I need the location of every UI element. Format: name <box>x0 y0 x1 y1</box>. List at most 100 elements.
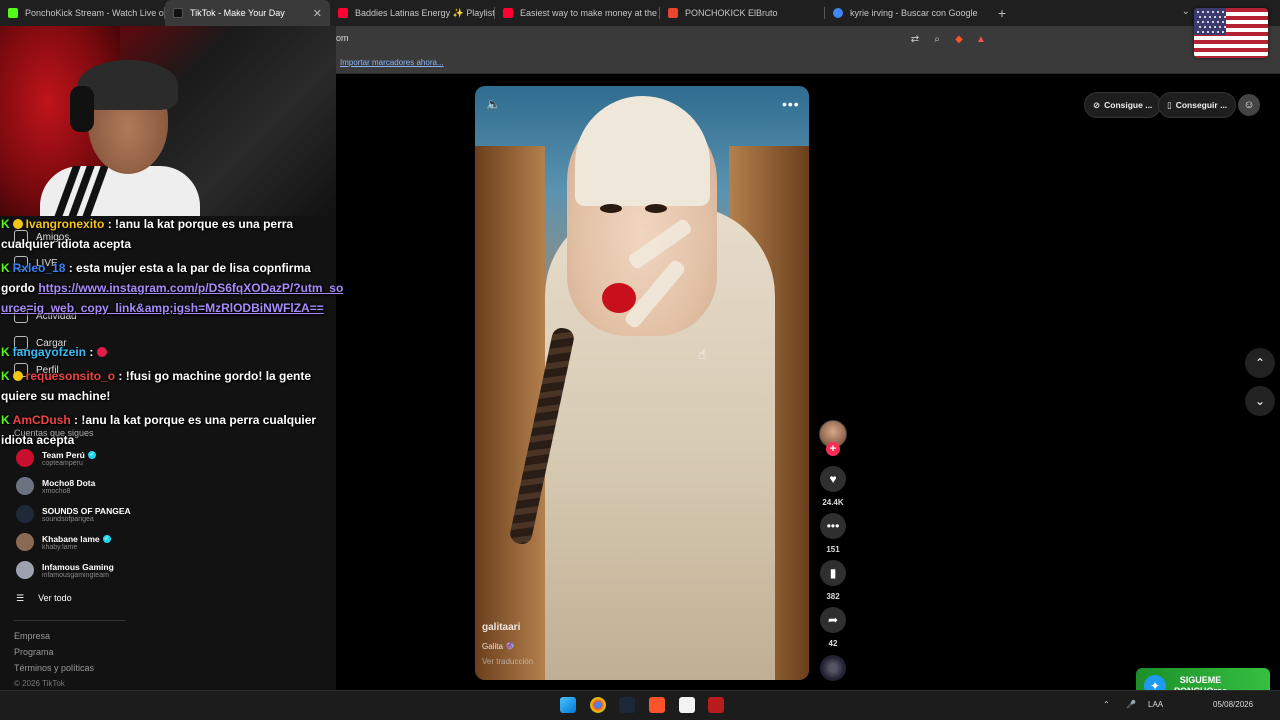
flag-star <box>1219 26 1221 28</box>
clock-date[interactable]: 05/08/2026 <box>1213 700 1253 709</box>
flag-star <box>1212 21 1214 23</box>
following-account-pangea[interactable]: SOUNDS OF PANGEA soundsofpangea <box>16 505 131 523</box>
more-options-icon[interactable]: ••• <box>782 96 800 112</box>
chrome-icon[interactable] <box>590 697 606 713</box>
flag-star <box>1202 11 1204 13</box>
flag-star <box>1224 26 1226 28</box>
user-avatar[interactable]: ☺ <box>1238 94 1260 116</box>
chat-message: K Ivangronexito : !anu la kat porque es u… <box>1 217 294 251</box>
account-name: Khabane lame <box>42 533 100 544</box>
follow-plus-icon[interactable]: + <box>826 442 840 456</box>
following-account-infamous[interactable]: Infamous Gaming infamousgamingteam <box>16 561 114 579</box>
tab-youtube-money[interactable]: Easiest way to make money at the ca <box>495 0 660 26</box>
footer-link-company[interactable]: Empresa <box>14 631 50 641</box>
tab-tiktok[interactable]: TikTok - Make Your Day ✕ <box>165 0 330 26</box>
kick-icon <box>8 8 18 18</box>
tab-title: kyrie irving - Buscar con Google <box>850 8 978 18</box>
get-app-button[interactable]: ⊘ Consigue ... <box>1084 92 1162 118</box>
tab-google-search[interactable]: kyrie irving - Buscar con Google <box>825 0 990 26</box>
chat-message: Krequesonsito_o : !fusi go machine gordo… <box>1 369 312 403</box>
flag-star <box>1222 11 1224 13</box>
app-icon[interactable] <box>708 697 724 713</box>
flag-star <box>1209 26 1211 28</box>
comment-icon: ••• <box>826 519 840 533</box>
microphone-icon[interactable]: 🎤 <box>1126 700 1136 709</box>
zoom-icon[interactable]: ⌕ <box>928 30 946 48</box>
account-handle: copteamperu <box>42 459 83 467</box>
flag-star <box>1199 16 1201 18</box>
see-translation-link[interactable]: Ver traducción <box>482 657 533 666</box>
mouse-cursor-icon: ☝ <box>698 346 707 362</box>
list-icon: ☰ <box>16 593 25 603</box>
brave-shield-icon[interactable]: ◆ <box>950 30 968 48</box>
tab-search-chevron-icon[interactable]: ⌄ <box>1182 6 1190 17</box>
import-bookmarks-link[interactable]: Importar marcadores ahora... <box>340 58 444 67</box>
chat-message: K AmCDush : !anu la kat porque es una per… <box>1 413 317 447</box>
brave-rewards-icon[interactable]: ▲ <box>972 30 990 48</box>
flag-star <box>1197 31 1199 33</box>
like-count: 24.4K <box>822 498 844 507</box>
chat-message: K Rxleo_18 : esta mujer esta a la par de … <box>1 261 344 315</box>
flag-star <box>1214 16 1216 18</box>
tab-title: Easiest way to make money at the ca <box>520 8 660 18</box>
tab-elbruto[interactable]: PONCHOKICK ElBruto <box>660 0 825 26</box>
share-icon: ➦ <box>827 613 839 627</box>
steam-icon[interactable] <box>619 697 635 713</box>
chat-username: AmCDush <box>12 413 71 427</box>
tab-title: PONCHOKICK ElBruto <box>685 8 778 18</box>
translate-icon[interactable]: ⇄ <box>906 30 924 48</box>
twitter-overlay-line1: SIGUEME <box>1179 675 1222 685</box>
flag-star <box>1202 31 1204 33</box>
avatar <box>16 477 34 495</box>
new-tab-button[interactable]: + <box>990 5 1014 21</box>
flag-star <box>1202 21 1204 23</box>
video-caption: Galita 🔮 <box>482 642 516 651</box>
music-disc-icon[interactable] <box>820 655 846 681</box>
video-author[interactable]: galitaari <box>482 622 520 633</box>
footer-link-program[interactable]: Programa <box>14 647 54 657</box>
heart-icon: ♥ <box>829 472 837 486</box>
footer-link-terms[interactable]: Términos y políticas <box>14 663 94 673</box>
windows-taskbar <box>0 690 1280 720</box>
flag-star <box>1219 16 1221 18</box>
account-handle: soundsofpangea <box>42 515 94 523</box>
notepad-icon[interactable] <box>679 697 695 713</box>
brave-icon[interactable] <box>649 697 665 713</box>
flag-star <box>1224 16 1226 18</box>
see-all-following-link[interactable]: ☰ Ver todo <box>16 593 72 604</box>
following-account-khaby[interactable]: Khabane lame ✓ khaby.lame <box>16 533 111 551</box>
video-subject-eye <box>645 204 667 213</box>
language-indicator[interactable]: LAA <box>1148 700 1163 709</box>
copyright-text: © 2026 TikTok <box>14 679 65 688</box>
save-button[interactable]: ▮ <box>820 560 846 586</box>
following-account-team-peru[interactable]: Team Perú ✓ copteamperu <box>16 449 96 467</box>
avatar <box>16 561 34 579</box>
video-player[interactable] <box>475 86 809 680</box>
comment-button[interactable]: ••• <box>820 513 846 539</box>
chat-link[interactable]: https://www.instagram.com/p/DS6fqXODazP/… <box>1 281 343 315</box>
flag-star <box>1209 16 1211 18</box>
flag-star <box>1217 31 1219 33</box>
next-video-button[interactable]: ⌄ <box>1245 386 1275 416</box>
tray-expand-icon[interactable]: ⌃ <box>1103 700 1110 709</box>
tab-kick-stream[interactable]: PonchoKick Stream - Watch Live on K <box>0 0 165 26</box>
account-name: Team Perú <box>42 449 85 460</box>
windows-start-icon[interactable] <box>560 697 576 713</box>
get-coins-button[interactable]: ▯ Conseguir ... <box>1158 92 1237 118</box>
flag-star <box>1204 16 1206 18</box>
close-tab-icon[interactable]: ✕ <box>313 7 322 20</box>
previous-video-button[interactable]: ⌃ <box>1245 348 1275 378</box>
video-subject-lips <box>602 283 636 313</box>
google-icon <box>833 8 843 18</box>
share-button[interactable]: ➦ <box>820 607 846 633</box>
tab-youtube-playlist[interactable]: Baddies Latinas Energy ✨ Playlist [I <box>330 0 495 26</box>
bookmark-icon: ▮ <box>829 566 837 580</box>
following-account-mocho8[interactable]: Mocho8 Dota xmocho8 <box>16 477 95 495</box>
save-count: 382 <box>826 592 840 601</box>
elbruto-icon <box>668 8 678 18</box>
see-all-label: Ver todo <box>38 593 72 603</box>
url-text[interactable]: om <box>336 33 349 43</box>
flag-star <box>1207 11 1209 13</box>
like-button[interactable]: ♥ <box>820 466 846 492</box>
sound-icon[interactable]: 🔈 <box>486 97 501 111</box>
